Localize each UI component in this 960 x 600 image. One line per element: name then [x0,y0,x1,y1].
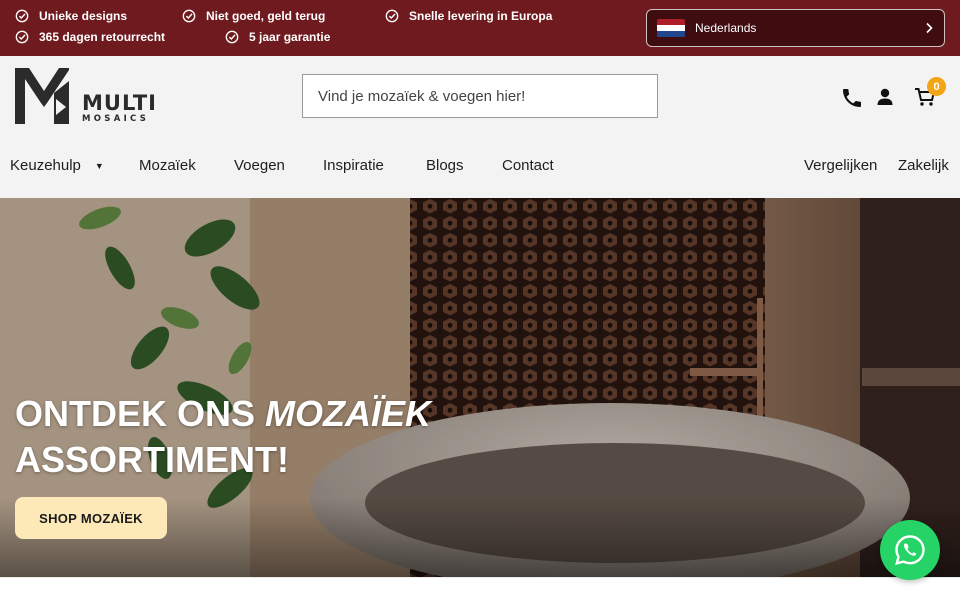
nav-voegen[interactable]: Voegen [234,157,285,174]
language-label: Nederlands [695,21,757,35]
hero-banner: ONTDEK ONS MOZAÏEK ASSORTIMENT! SHOP MOZ… [0,198,960,577]
check-circle-icon [182,9,196,23]
phone-icon [843,89,861,107]
usp-label: 5 jaar garantie [249,30,331,44]
nav-label: Vergelijken [804,157,878,174]
nav-inspiratie[interactable]: Inspiratie [323,157,384,174]
nav-label: Mozaïek [139,157,196,174]
nav-blogs[interactable]: Blogs [426,157,464,174]
chevron-right-icon [926,22,933,34]
logo-subtitle: MOSAICS [82,114,150,124]
phone-button[interactable] [840,86,864,110]
usp-item: 5 jaar garantie [225,30,330,44]
usp-item: Snelle levering in Europa [385,9,552,23]
language-selector[interactable]: Nederlands [646,9,945,47]
multi-mosaics-logo[interactable]: MULTI MOSAICS [14,67,157,125]
content-start-strip [0,577,960,600]
nav-label: Voegen [234,157,285,174]
search-input[interactable] [302,74,658,118]
logo-wordmark: MULTI [82,91,157,115]
nl-flag-icon [657,18,685,38]
usp-label: Niet goed, geld terug [206,9,326,23]
usp-item: 365 dagen retourrecht [15,30,165,44]
logo-mark-icon [15,68,69,124]
check-circle-icon [225,30,239,44]
nav-label: Keuzehulp [10,157,81,174]
check-circle-icon [15,30,29,44]
nav-vergelijken[interactable]: Vergelijken [804,157,877,174]
nav-zakelijk[interactable]: Zakelijk [898,157,949,174]
usp-label: Unieke designs [39,9,128,23]
hero-title-italic: MOZAÏEK [265,393,432,434]
usp-label: Snelle levering in Europa [409,9,553,23]
nav-mozaiek[interactable]: Mozaïek [139,157,196,174]
site-header: MULTI MOSAICS 0 Keuzehulp ▼ Mozaïek Voeg… [0,56,960,198]
nav-label: Contact [502,157,554,174]
shop-mozaiek-button[interactable]: SHOP MOZAÏEK [15,497,167,539]
hero-title: ONTDEK ONS MOZAÏEK ASSORTIMENT! [15,391,431,483]
whatsapp-chat-button[interactable] [880,520,940,580]
nav-label: Inspiratie [323,157,384,174]
usp-item: Unieke designs [15,9,127,23]
account-button[interactable] [874,86,896,108]
usp-label: 365 dagen retourrecht [39,30,166,44]
check-circle-icon [15,9,29,23]
nav-keuzehulp[interactable]: Keuzehulp ▼ [10,157,104,174]
whatsapp-icon [895,535,925,565]
nav-label: Zakelijk [898,157,949,174]
nav-contact[interactable]: Contact [502,157,554,174]
hero-title-line2: ASSORTIMENT! [15,439,289,480]
user-icon [877,88,893,105]
nav-label: Blogs [426,157,464,174]
top-usp-bar: Unieke designs 365 dagen retourrecht Nie… [0,0,960,56]
usp-item: Niet goed, geld terug [182,9,325,23]
hero-title-part1: ONTDEK ONS [15,393,256,434]
check-circle-icon [385,9,399,23]
caret-down-icon: ▼ [94,160,104,171]
cart-count-badge: 0 [927,77,946,96]
